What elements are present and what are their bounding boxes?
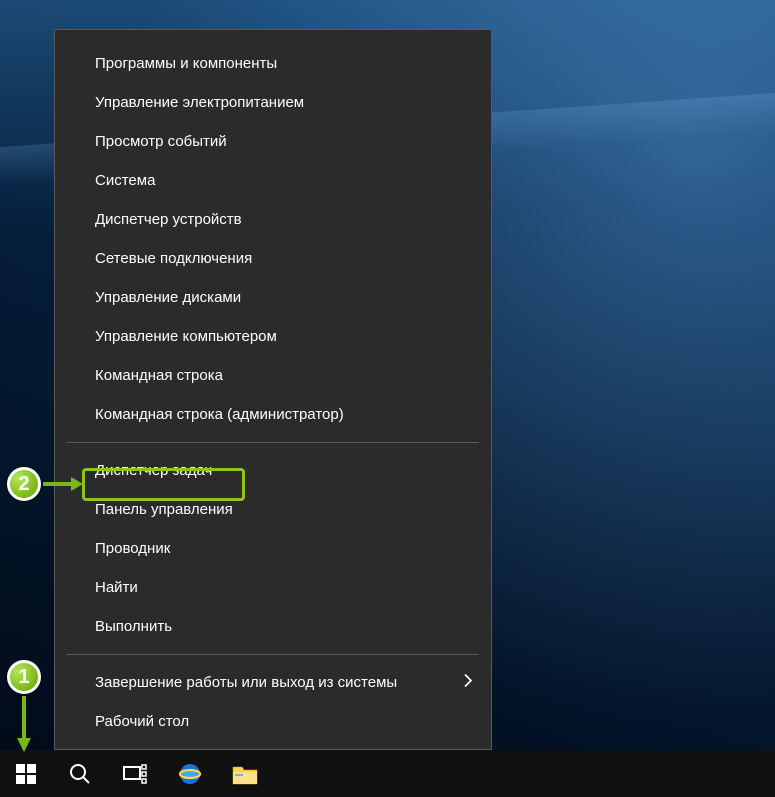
menu-item-network-connections[interactable]: Сетевые подключения [55, 239, 491, 278]
menu-separator [67, 442, 479, 443]
menu-item-label: Диспетчер задач [95, 462, 212, 479]
menu-item-label: Управление дисками [95, 289, 241, 306]
menu-item-label: Сетевые подключения [95, 250, 252, 267]
internet-explorer-icon [177, 761, 203, 787]
menu-item-programs-and-features[interactable]: Программы и компоненты [55, 44, 491, 83]
file-explorer-button[interactable] [217, 750, 272, 797]
internet-explorer-button[interactable] [162, 750, 217, 797]
taskbar [0, 750, 775, 797]
search-button[interactable] [52, 750, 107, 797]
winx-context-menu: Программы и компоненты Управление электр… [54, 29, 492, 750]
menu-item-label: Панель управления [95, 501, 233, 518]
menu-item-label: Найти [95, 579, 138, 596]
menu-item-label: Управление электропитанием [95, 94, 304, 111]
menu-item-device-manager[interactable]: Диспетчер устройств [55, 200, 491, 239]
windows-logo-icon [16, 764, 36, 784]
menu-item-label: Командная строка [95, 367, 223, 384]
menu-item-system[interactable]: Система [55, 161, 491, 200]
task-view-button[interactable] [107, 750, 162, 797]
menu-item-desktop[interactable]: Рабочий стол [55, 702, 491, 741]
menu-item-run[interactable]: Выполнить [55, 607, 491, 646]
folder-icon [232, 763, 258, 785]
menu-item-power-options[interactable]: Управление электропитанием [55, 83, 491, 122]
menu-item-label: Завершение работы или выход из системы [95, 674, 397, 691]
menu-item-computer-management[interactable]: Управление компьютером [55, 317, 491, 356]
menu-item-label: Выполнить [95, 618, 172, 635]
menu-item-label: Просмотр событий [95, 133, 227, 150]
search-icon [69, 763, 91, 785]
menu-item-shutdown-signout[interactable]: Завершение работы или выход из системы [55, 663, 491, 702]
menu-item-file-explorer[interactable]: Проводник [55, 529, 491, 568]
menu-item-label: Диспетчер устройств [95, 211, 242, 228]
menu-item-disk-management[interactable]: Управление дисками [55, 278, 491, 317]
submenu-chevron-icon [463, 663, 473, 702]
menu-item-command-prompt[interactable]: Командная строка [55, 356, 491, 395]
menu-item-label: Программы и компоненты [95, 55, 277, 72]
start-button[interactable] [0, 750, 52, 797]
menu-item-label: Система [95, 172, 155, 189]
menu-item-label: Управление компьютером [95, 328, 277, 345]
menu-item-task-manager[interactable]: Диспетчер задач [55, 451, 491, 490]
menu-item-event-viewer[interactable]: Просмотр событий [55, 122, 491, 161]
menu-item-search[interactable]: Найти [55, 568, 491, 607]
menu-item-control-panel[interactable]: Панель управления [55, 490, 491, 529]
menu-item-label: Проводник [95, 540, 170, 557]
menu-item-label: Рабочий стол [95, 713, 189, 730]
menu-item-label: Командная строка (администратор) [95, 406, 344, 423]
menu-item-command-prompt-admin[interactable]: Командная строка (администратор) [55, 395, 491, 434]
task-view-icon [123, 764, 147, 784]
menu-separator [67, 654, 479, 655]
